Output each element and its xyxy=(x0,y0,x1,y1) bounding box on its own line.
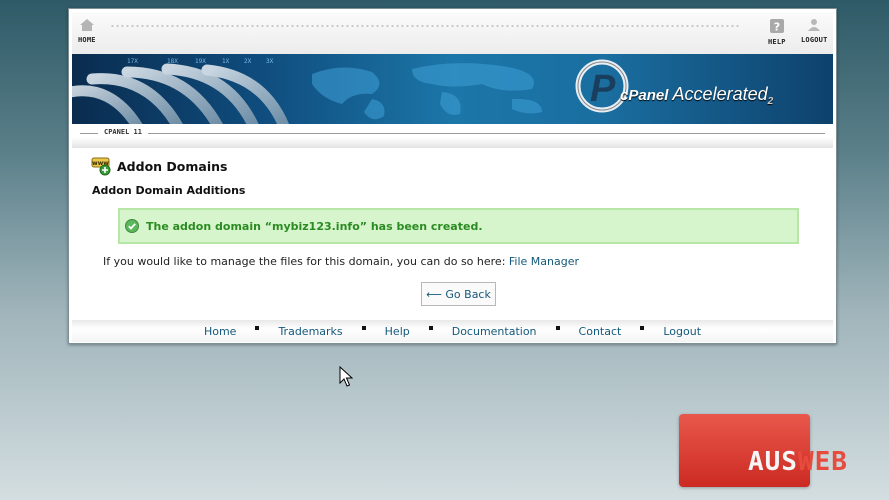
help-label: HELP xyxy=(768,38,786,46)
ausweb-logo-part2: WEB xyxy=(797,447,848,477)
section-title: Addon Domain Additions xyxy=(92,184,246,197)
footer-link-documentation[interactable]: Documentation xyxy=(452,325,537,338)
svg-text:2X: 2X xyxy=(244,58,252,65)
footer-separator xyxy=(555,326,560,330)
check-circle-icon xyxy=(125,219,139,233)
top-navigation: HOME ? HELP LOGOUT xyxy=(72,12,833,54)
footer-separator xyxy=(361,326,366,330)
svg-text:P: P xyxy=(590,68,616,110)
svg-text:19X: 19X xyxy=(195,58,206,65)
success-message-box: The addon domain “mybiz123.info” has bee… xyxy=(118,208,799,244)
brand-prefix: cPanel xyxy=(620,87,669,104)
svg-text:?: ? xyxy=(774,21,780,34)
success-message: The addon domain “mybiz123.info” has bee… xyxy=(146,219,483,233)
footer-link-help[interactable]: Help xyxy=(385,325,410,338)
svg-text:1X: 1X xyxy=(222,58,230,65)
page-header: www Addon Domains xyxy=(91,156,227,176)
home-icon xyxy=(79,19,94,31)
user-icon xyxy=(808,19,821,31)
manage-text: If you would like to manage the files fo… xyxy=(103,255,506,268)
footer-separator xyxy=(428,326,433,330)
footer-link-home[interactable]: Home xyxy=(204,325,236,338)
version-divider xyxy=(80,133,825,134)
page-title: Addon Domains xyxy=(117,158,228,174)
home-button[interactable]: HOME xyxy=(78,18,96,44)
logout-button[interactable]: LOGOUT xyxy=(801,18,828,44)
footer-separator xyxy=(255,326,260,330)
go-back-button[interactable]: ⟵ Go Back xyxy=(421,282,496,306)
brand-suffix: 2 xyxy=(767,96,774,107)
svg-text:17X: 17X xyxy=(127,58,138,65)
footer-link-logout[interactable]: Logout xyxy=(663,325,701,338)
brand-main: Accelerated xyxy=(672,84,768,104)
version-bar: CPANEL 11 xyxy=(72,124,833,148)
help-button[interactable]: ? HELP xyxy=(768,18,786,46)
file-manager-link[interactable]: File Manager xyxy=(509,255,579,268)
nav-dotted-line xyxy=(110,24,740,28)
addon-domains-icon: www xyxy=(91,157,111,176)
footer-link-trademarks[interactable]: Trademarks xyxy=(278,325,342,338)
svg-text:3X: 3X xyxy=(266,58,274,65)
home-label: HOME xyxy=(78,36,96,44)
help-icon: ? xyxy=(769,19,784,34)
cpanel-window: HOME ? HELP LOGOUT 17X 18X 19X 1X 2X 3X … xyxy=(68,8,837,344)
logout-label: LOGOUT xyxy=(801,36,828,44)
version-label: CPANEL 11 xyxy=(98,128,148,136)
manage-files-text: If you would like to manage the files fo… xyxy=(103,255,579,268)
svg-text:18X: 18X xyxy=(167,58,178,65)
footer-separator xyxy=(640,326,645,330)
footer-links: Home Trademarks Help Documentation Conta… xyxy=(72,320,833,342)
ausweb-logo-part1: AUS xyxy=(748,447,798,477)
cpanel-banner: 17X 18X 19X 1X 2X 3X P cPanel Accelerated2 xyxy=(72,54,833,124)
ausweb-logo: AUSWEB xyxy=(748,448,848,476)
cpanel-brand: cPanel Accelerated2 xyxy=(620,84,773,107)
footer-link-contact[interactable]: Contact xyxy=(579,325,622,338)
mouse-cursor-icon xyxy=(339,366,353,387)
